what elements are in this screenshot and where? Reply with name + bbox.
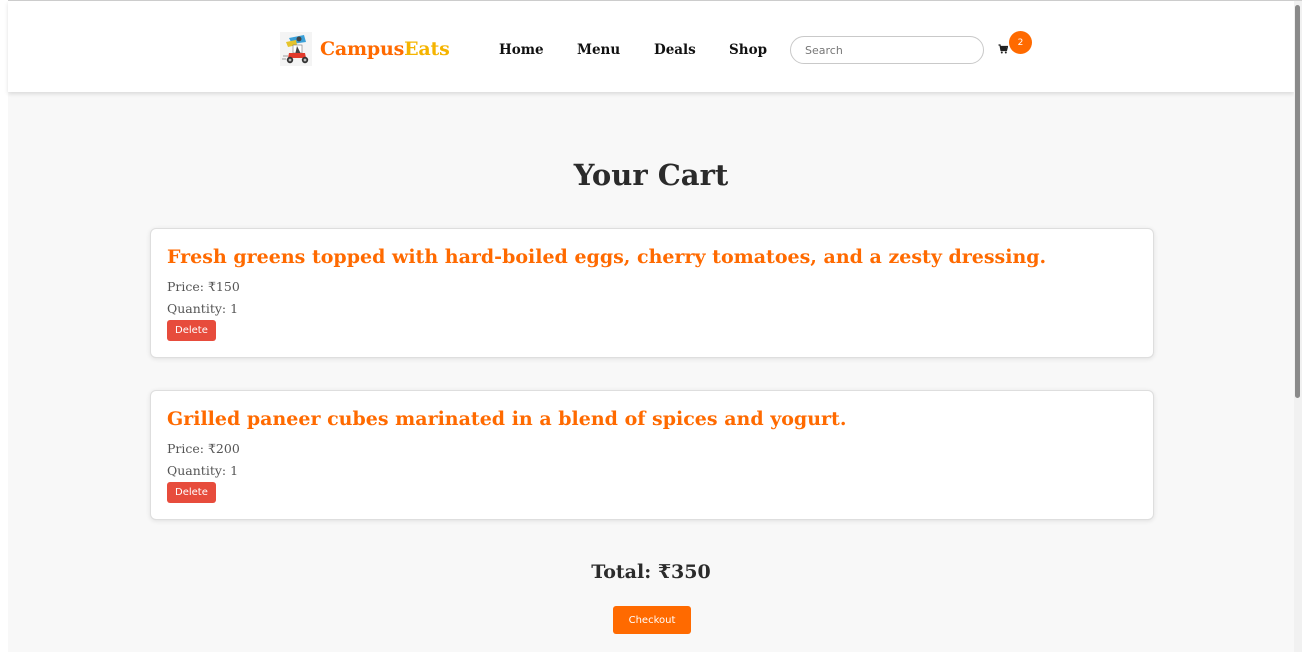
shopping-cart-icon[interactable]	[998, 44, 1008, 54]
checkout-button[interactable]: Checkout	[613, 606, 691, 634]
cart-item-title: Fresh greens topped with hard-boiled egg…	[167, 246, 1047, 268]
nav-deals[interactable]: Deals	[654, 42, 696, 58]
scrollbar-thumb[interactable]	[1295, 5, 1300, 398]
nav-shop[interactable]: Shop	[729, 42, 767, 58]
cart-item-title: Grilled paneer cubes marinated in a blen…	[167, 408, 847, 430]
cart-item-price: Price: ₹200	[167, 441, 240, 456]
nav-menu[interactable]: Menu	[577, 42, 620, 58]
cart-item-card: Fresh greens topped with hard-boiled egg…	[150, 228, 1154, 358]
cart-count-badge[interactable]: 2	[1009, 31, 1032, 54]
delete-button[interactable]: Delete	[167, 482, 216, 503]
cart-item-quantity: Quantity: 1	[167, 463, 239, 478]
brand-name: CampusEats	[320, 38, 450, 60]
brand-name-part2: Eats	[404, 38, 450, 60]
cart-item-quantity: Quantity: 1	[167, 301, 239, 316]
search-input[interactable]	[790, 36, 984, 64]
nav-home[interactable]: Home	[499, 42, 544, 58]
site-header: CampusEats Home Menu Deals Shop 2	[8, 1, 1294, 92]
brand-name-part1: Campus	[320, 38, 405, 60]
left-margin	[0, 0, 8, 652]
cart-item-card: Grilled paneer cubes marinated in a blen…	[150, 390, 1154, 520]
page-title: Your Cart	[573, 158, 729, 192]
cart-total: Total: ₹350	[591, 561, 711, 583]
brand-logo-link[interactable]: CampusEats	[280, 32, 450, 66]
cart-item-price: Price: ₹150	[167, 279, 240, 294]
delete-button[interactable]: Delete	[167, 320, 216, 341]
delivery-scooter-logo-icon	[280, 32, 312, 66]
